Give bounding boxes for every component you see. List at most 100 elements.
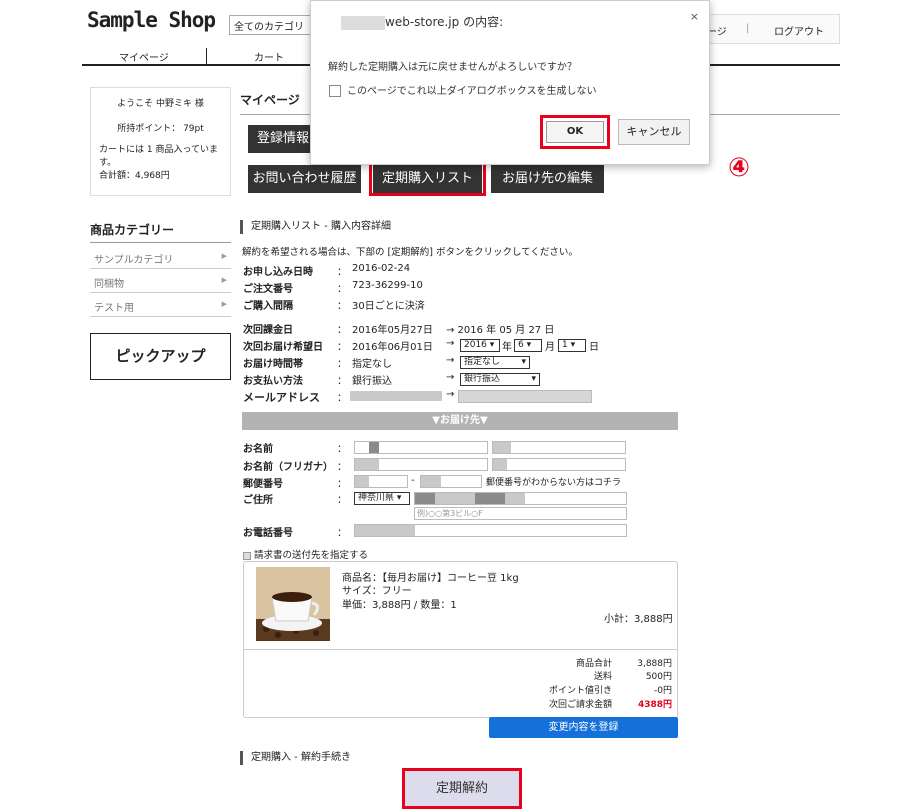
row-label: ご購入間隔 [243, 301, 293, 312]
category-label: テスト用 [94, 303, 134, 314]
total-label: 商品合計 [575, 659, 612, 669]
row-label: お名前（フリガナ） [243, 462, 333, 473]
instruction-text: 解約を希望される場合は、下部の [定期解約] ボタンをクリックしてください。 [242, 247, 578, 258]
category-select-value: 全てのカテゴリ [234, 22, 304, 33]
row-label: お電話番号 [243, 528, 293, 539]
month-select[interactable]: 6 ▾ [514, 339, 542, 352]
nav-cart[interactable]: カート [254, 49, 284, 64]
category-item[interactable]: テスト用 ▶ [90, 293, 231, 317]
point-discount-label: ポイント値引き [548, 686, 612, 696]
colon: ： [337, 359, 347, 370]
address-line2-field[interactable]: 例)○○第3ビル○F [414, 507, 627, 520]
shipping-label: 送料 [593, 672, 612, 682]
category-item[interactable]: サンプルカテゴリ ▶ [90, 245, 231, 269]
pickup-banner[interactable]: ピックアップ [90, 333, 231, 380]
nav-mypage[interactable]: マイページ [119, 49, 169, 64]
next-delivery-date: 2016年06月01日 [352, 342, 433, 353]
row-label: お申し込み日時 [243, 267, 313, 278]
category-label: サンプルカテゴリ [94, 255, 174, 266]
cart-total: 合計額：4,968円 [99, 171, 170, 181]
chevron-right-icon: ▶ [221, 300, 227, 308]
subscription-list-button[interactable]: 定期購入リスト [373, 165, 482, 193]
coffee-product-image [256, 567, 330, 641]
delivery-time-current: 指定なし [352, 359, 392, 370]
user-nav: ージ | ログアウト [700, 14, 840, 44]
step-marker: ④ [728, 153, 751, 183]
section-cancel-heading: 定期購入 - 解約手続き [240, 751, 351, 765]
last-name-kana-field[interactable] [354, 458, 488, 471]
next-billing-new: → 2016 年 05 月 27 日 [446, 325, 555, 336]
chevron-right-icon: ▶ [221, 252, 227, 260]
delivery-section-bar: ▼お届け先▼ [242, 412, 678, 430]
close-icon[interactable]: × [690, 10, 699, 23]
dialog-message: 解約した定期購入は元に戻せませんがよろしいですか？ [328, 62, 577, 73]
last-name-field[interactable] [354, 441, 488, 454]
invoice-checkbox[interactable] [243, 551, 251, 560]
update-changes-button[interactable]: 変更内容を登録 [489, 717, 678, 738]
ok-button[interactable]: OK [546, 121, 604, 143]
row-label: 郵便番号 [243, 479, 283, 490]
delivery-edit-button[interactable]: お届け先の編集 [491, 165, 604, 193]
purchase-interval: 30日ごとに決済 [352, 301, 425, 312]
dialog-host-text: web-store.jp の内容: [385, 15, 504, 29]
colon: ： [337, 301, 347, 312]
invoice-checkbox-label: 請求書の送付先を指定する [254, 550, 369, 561]
row-label: お届け時間帯 [243, 359, 303, 370]
prefecture-select-value: 神奈川県 [358, 493, 395, 503]
product-price: 単価：3,888円 / 数量：1 [342, 600, 457, 611]
category-label: 同梱物 [94, 279, 124, 290]
cart-info: カートには 1 商品入っています。 [99, 145, 218, 168]
welcome-box: ようこそ 中野ミキ 様 所持ポイント： 79pt カートには 1 商品入っていま… [90, 87, 231, 196]
suppress-dialog-checkbox[interactable] [329, 85, 341, 97]
next-bill-label: 次回ご請求金額 [548, 700, 612, 710]
delivery-time-select[interactable]: 指定なし ▾ [460, 356, 530, 369]
row-label: ご住所 [243, 495, 273, 506]
year-select[interactable]: 2016 ▾ [460, 339, 500, 352]
order-number: 723-36299-10 [352, 280, 423, 291]
shop-logo[interactable]: Sample Shop [87, 8, 216, 32]
dialog-host-redacted [341, 15, 385, 30]
day-select[interactable]: 1 ▾ [558, 339, 586, 352]
day-select-value: 1 [562, 340, 568, 350]
logout-link[interactable]: ログアウト [774, 23, 824, 38]
cancel-subscription-button[interactable]: 定期解約 [402, 768, 522, 809]
city-field[interactable] [414, 492, 627, 505]
month-select-value: 6 [518, 340, 524, 350]
month-unit: 月 [545, 342, 555, 353]
row-label: メールアドレス [243, 391, 320, 404]
chevron-right-icon: ▶ [221, 276, 227, 284]
category-item[interactable]: 同梱物 ▶ [90, 269, 231, 293]
invoice-checkbox-row[interactable]: 請求書の送付先を指定する [243, 547, 368, 561]
point-discount-value: -0円 [654, 686, 672, 696]
shipping-value: 500円 [645, 672, 672, 682]
row-label: 次回課金日 [243, 325, 293, 336]
postal-lookup-link[interactable]: 郵便番号がわからない方はコチラ [486, 475, 621, 488]
next-billing-date: 2016年05月27日 [352, 325, 433, 336]
payment-select-value: 銀行振込 [464, 374, 501, 384]
nav-divider: | [746, 23, 750, 34]
category-title: 商品カテゴリー [90, 221, 231, 243]
colon: ： [337, 444, 347, 455]
arrow: → [446, 372, 455, 383]
email-field[interactable] [458, 390, 592, 403]
phone-field[interactable] [354, 524, 627, 537]
suppress-dialog-checkbox-row[interactable]: このページでこれ以上ダイアログボックスを生成しない [329, 82, 597, 97]
row-label: お支払い方法 [243, 376, 303, 387]
first-name-kana-field[interactable] [492, 458, 626, 471]
colon: ： [337, 376, 347, 387]
colon: ： [337, 495, 347, 506]
dialog-title: web-store.jp の内容: [341, 13, 503, 30]
first-name-field[interactable] [492, 441, 626, 454]
colon: ： [337, 325, 347, 336]
prefecture-select[interactable]: 神奈川県 ▾ [354, 492, 410, 505]
postal-code-2-field[interactable] [420, 475, 482, 488]
divider [244, 649, 677, 650]
colon: ： [337, 284, 347, 295]
register-info-button[interactable]: 登録情報 [248, 125, 318, 153]
colon: ： [337, 393, 347, 404]
category-select[interactable]: 全てのカテゴリ [229, 15, 321, 35]
payment-select[interactable]: 銀行振込 ▾ [460, 373, 540, 386]
dialog-cancel-button[interactable]: キャンセル [618, 119, 690, 145]
contact-history-button[interactable]: お問い合わせ履歴 [248, 165, 361, 193]
postal-code-1-field[interactable] [354, 475, 408, 488]
